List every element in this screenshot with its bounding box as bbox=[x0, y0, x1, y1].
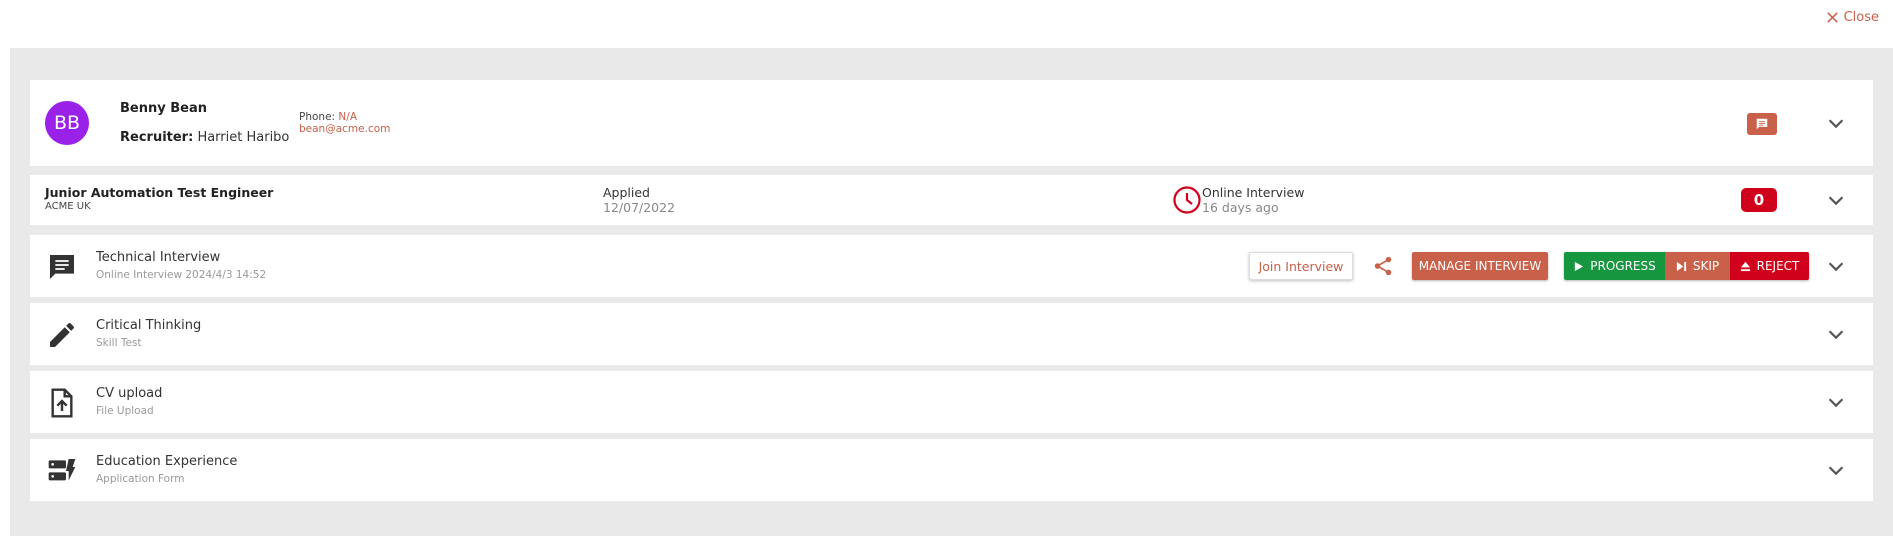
step-subtitle: Skill Test bbox=[96, 337, 142, 349]
job-company: ACME UK bbox=[45, 201, 91, 212]
reject-label: REJECT bbox=[1756, 259, 1800, 273]
step-title: Education Experience bbox=[96, 454, 238, 469]
play-icon bbox=[1575, 261, 1584, 271]
expand-chevron[interactable] bbox=[1825, 459, 1847, 481]
step-title: Critical Thinking bbox=[96, 318, 202, 333]
step-subtitle: Online Interview 2024/4/3 14:52 bbox=[96, 269, 267, 281]
job-card: Junior Automation Test Engineer ACME UK … bbox=[30, 175, 1873, 225]
message-button[interactable] bbox=[1747, 113, 1777, 135]
decision-button-group: PROGRESS SKIP REJECT bbox=[1564, 252, 1809, 280]
skip-label: SKIP bbox=[1692, 259, 1720, 273]
skip-button[interactable]: SKIP bbox=[1665, 252, 1730, 280]
phone-line: Phone: N/A bbox=[299, 111, 357, 123]
application-date: 12/07/2022 bbox=[603, 200, 676, 215]
progress-label: PROGRESS bbox=[1590, 259, 1656, 273]
current-stage: Online Interview bbox=[1202, 185, 1305, 200]
chevron-down-icon bbox=[1828, 330, 1844, 340]
share-icon[interactable] bbox=[1372, 255, 1394, 277]
message-icon bbox=[1756, 118, 1768, 130]
dynamic-form-icon bbox=[46, 455, 78, 487]
expand-chevron[interactable] bbox=[1825, 255, 1847, 277]
chevron-down-icon bbox=[1828, 196, 1844, 206]
expand-chevron[interactable] bbox=[1825, 391, 1847, 413]
clock-icon bbox=[1173, 186, 1201, 214]
chevron-down-icon bbox=[1828, 262, 1844, 272]
step-technical-interview[interactable]: Technical Interview Online Interview 202… bbox=[30, 235, 1873, 297]
phone-value[interactable]: N/A bbox=[338, 111, 357, 123]
recruiter-label: Recruiter: bbox=[120, 130, 194, 145]
candidate-name: Benny Bean bbox=[120, 101, 207, 116]
close-button[interactable]: Close bbox=[1825, 10, 1879, 25]
candidate-card: BB Benny Bean Recruiter: Harriet Haribo … bbox=[30, 80, 1873, 166]
chevron-down-icon bbox=[1828, 466, 1844, 476]
stage-duration: 16 days ago bbox=[1202, 200, 1279, 215]
step-critical-thinking[interactable]: Critical Thinking Skill Test bbox=[30, 303, 1873, 365]
count-badge[interactable]: 0 bbox=[1741, 188, 1777, 212]
phone-label: Phone: bbox=[299, 111, 336, 123]
step-cv-upload[interactable]: CV upload File Upload bbox=[30, 371, 1873, 433]
step-subtitle: Application Form bbox=[96, 473, 185, 485]
avatar: BB bbox=[45, 101, 89, 145]
progress-button[interactable]: PROGRESS bbox=[1564, 252, 1665, 280]
email-link[interactable]: bean@acme.com bbox=[299, 123, 390, 135]
recruiter-line: Recruiter: Harriet Haribo bbox=[120, 130, 289, 145]
join-interview-button[interactable]: Join Interview bbox=[1249, 252, 1353, 280]
step-education-experience[interactable]: Education Experience Application Form bbox=[30, 439, 1873, 501]
step-title: Technical Interview bbox=[96, 250, 221, 265]
recruiter-name: Harriet Haribo bbox=[197, 130, 290, 145]
skip-next-icon bbox=[1676, 261, 1686, 271]
step-subtitle: File Upload bbox=[96, 405, 154, 417]
expand-chevron[interactable] bbox=[1825, 189, 1847, 211]
chevron-down-icon bbox=[1828, 398, 1844, 408]
close-label: Close bbox=[1843, 10, 1879, 25]
chevron-down-icon bbox=[1828, 119, 1844, 129]
application-panel: BB Benny Bean Recruiter: Harriet Haribo … bbox=[10, 48, 1893, 536]
manage-interview-button[interactable]: MANAGE INTERVIEW bbox=[1412, 252, 1548, 280]
chat-bubble-icon bbox=[46, 251, 78, 283]
reject-button[interactable]: REJECT bbox=[1730, 252, 1809, 280]
top-bar: Close bbox=[0, 0, 1893, 48]
job-title: Junior Automation Test Engineer bbox=[45, 185, 274, 200]
expand-chevron[interactable] bbox=[1825, 112, 1847, 134]
close-icon bbox=[1826, 12, 1838, 23]
pencil-icon bbox=[46, 319, 78, 351]
file-upload-icon bbox=[46, 387, 78, 419]
step-title: CV upload bbox=[96, 386, 163, 401]
application-status: Applied bbox=[603, 185, 650, 200]
expand-chevron[interactable] bbox=[1825, 323, 1847, 345]
eject-icon bbox=[1740, 261, 1750, 271]
